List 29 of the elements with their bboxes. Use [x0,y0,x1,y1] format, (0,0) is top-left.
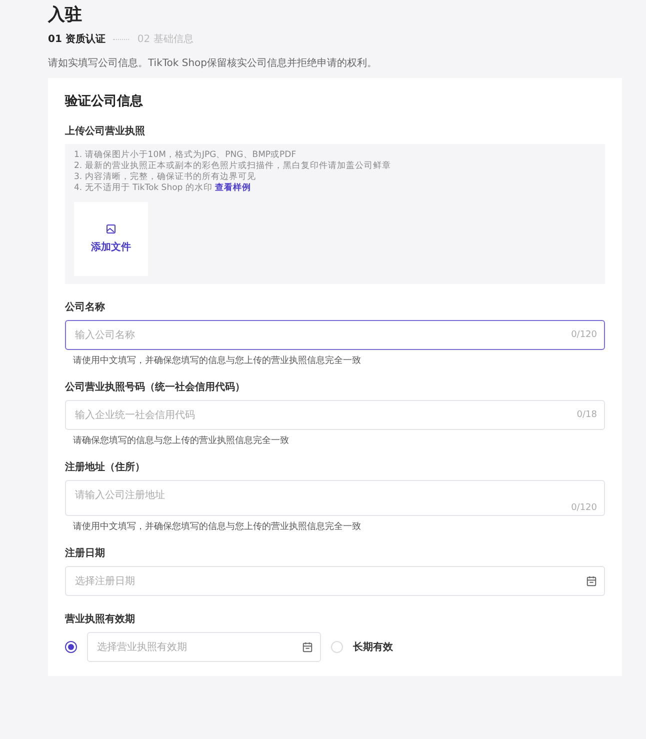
calendar-icon [586,576,597,586]
character-counter: 0/120 [571,330,597,340]
card-title: 验证公司信息 [65,93,144,110]
upload-rule: 1. 请确保图片小于10M，格式为JPG、PNG、BMP或PDF [74,150,298,161]
description-text: 请如实填写公司信息。TikTok Shop保留核实公司信息并拒绝申请的权利。 [48,56,378,70]
add-file-button[interactable]: 添加文件 [74,202,148,276]
field-label: 营业执照有效期 [65,612,136,626]
page-title: 入驻 [48,4,83,26]
calendar-icon [302,642,313,652]
character-counter: 0/120 [571,503,597,513]
upload-rule: 2. 最新的营业执照正本或副本的彩色照片或扫描件，黑白复印件请加盖公司鲜章 [74,161,392,172]
radio-button[interactable] [65,641,77,653]
sample-link[interactable]: 查看样例 [215,183,252,193]
field-label: 注册地址（住所） [65,460,146,474]
date-field[interactable]: 选择注册日期 [65,566,605,596]
helper-text: 请使用中文填写，并确保您填写的信息与您上传的营业执照信息完全一致 [73,354,362,367]
image-icon [106,224,116,234]
step-tab[interactable]: 01 资质认证 [48,32,106,46]
date-field[interactable]: 选择营业执照有效期 [87,632,321,662]
field-label: 上传公司营业执照 [65,124,146,138]
upload-rule: 3. 内容清晰，完整，确保证书的所有边界可见 [74,172,257,182]
field-label: 公司营业执照号码（统一社会信用代码） [65,380,246,394]
field-label: 公司名称 [65,300,106,314]
upload-rule: 4. 无不适用于 TikTok Shop 的水印 查看样例 [74,183,252,194]
field-label: 注册日期 [65,546,106,560]
character-counter: 0/18 [576,410,597,420]
helper-text: 请确保您填写的信息与您上传的营业执照信息完全一致 [73,434,290,447]
helper-text: 请使用中文填写，并确保您填写的信息与您上传的营业执照信息完全一致 [73,520,362,533]
option-label: 长期有效 [353,640,393,654]
